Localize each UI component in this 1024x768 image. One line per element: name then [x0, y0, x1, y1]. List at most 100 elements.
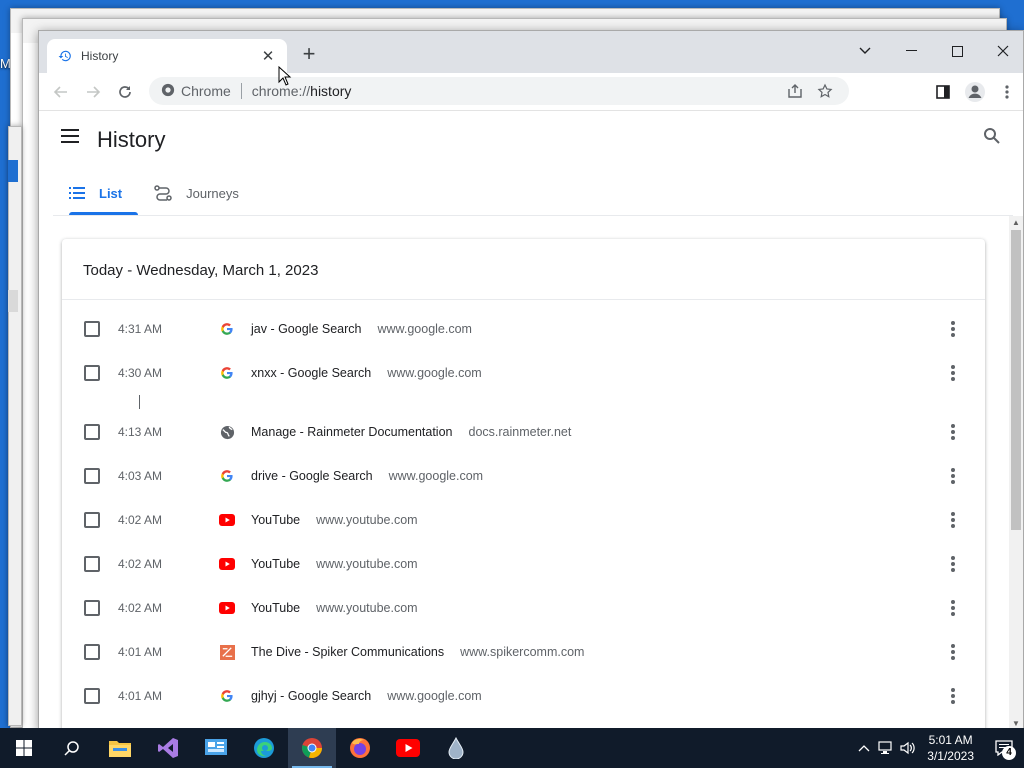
more-actions-icon[interactable] [945, 598, 961, 618]
row-checkbox[interactable] [84, 468, 100, 484]
row-checkbox[interactable] [84, 512, 100, 528]
chrome-menu-icon[interactable] [991, 76, 1023, 108]
taskbar-clock[interactable]: 5:01 AM 3/1/2023 [927, 732, 974, 764]
tab-strip: History ✕ + [39, 31, 1023, 73]
text-cursor [139, 395, 140, 409]
notification-badge: 4 [1002, 746, 1016, 760]
history-row: 4:01 AM gjhyj - Google Search www.google.c… [62, 674, 985, 718]
more-actions-icon[interactable] [945, 686, 961, 706]
close-tab-icon[interactable]: ✕ [259, 47, 277, 65]
history-card: Today - Wednesday, March 1, 2023 4:31 AM… [62, 239, 985, 729]
youtube-icon[interactable] [384, 728, 432, 768]
maximize-button[interactable] [937, 37, 977, 65]
profile-avatar-icon[interactable] [959, 76, 991, 108]
background-window-edge[interactable] [8, 126, 22, 726]
minimize-button[interactable] [891, 37, 931, 65]
bookmark-star-icon[interactable] [811, 81, 839, 101]
visit-time: 4:02 AM [118, 557, 163, 571]
more-actions-icon[interactable] [945, 319, 961, 339]
row-checkbox[interactable] [84, 321, 100, 337]
row-checkbox[interactable] [84, 600, 100, 616]
entry-title: The Dive - Spiker Communications [251, 645, 445, 659]
background-window-element [8, 160, 18, 182]
row-checkbox[interactable] [84, 424, 100, 440]
chrome-icon[interactable] [288, 728, 336, 768]
google-icon [219, 365, 235, 381]
chevron-up-icon[interactable] [853, 728, 875, 768]
history-entry-link[interactable]: YouTube www.youtube.com [251, 513, 418, 527]
history-entry-link[interactable]: Manage - Rainmeter Documentation docs.rai… [251, 425, 571, 439]
close-window-button[interactable] [983, 37, 1023, 65]
tab-history[interactable]: History ✕ [47, 39, 287, 73]
edge-icon[interactable] [240, 728, 288, 768]
visit-time: 4:13 AM [118, 425, 163, 439]
forward-arrow-icon[interactable] [77, 76, 109, 108]
row-checkbox[interactable] [84, 556, 100, 572]
more-actions-icon[interactable] [945, 554, 961, 574]
history-entry-link[interactable]: jav - Google Search www.google.com [251, 322, 472, 336]
site-label: Chrome [181, 83, 231, 99]
tab-list-label: List [99, 185, 123, 201]
row-checkbox[interactable] [84, 365, 100, 381]
tab-journeys[interactable]: Journeys [138, 171, 255, 215]
entry-title: drive - Google Search [251, 469, 373, 483]
row-checkbox[interactable] [84, 688, 100, 704]
more-actions-icon[interactable] [945, 642, 961, 662]
row-checkbox[interactable] [84, 644, 100, 660]
entry-title: YouTube [251, 557, 301, 571]
history-entry-link[interactable]: The Dive - Spiker Communications www.spik… [251, 645, 584, 659]
entry-domain: www.spikercomm.com [460, 645, 585, 659]
tab-search-chevron-icon[interactable] [845, 37, 885, 65]
more-actions-icon[interactable] [945, 363, 961, 383]
history-row: 4:02 AM YouTube www.youtube.com [62, 586, 985, 630]
reload-icon[interactable] [109, 76, 141, 108]
windows-start-icon[interactable] [0, 728, 48, 768]
new-tab-button[interactable]: + [297, 43, 321, 67]
history-entry-link[interactable]: gjhyj - Google Search www.google.com [251, 689, 482, 703]
url-path: history [310, 83, 352, 99]
youtube-icon [219, 512, 235, 528]
history-tabs: List Journeys [53, 171, 255, 215]
back-arrow-icon[interactable] [45, 76, 77, 108]
history-row: 4:02 AM YouTube www.youtube.com [62, 542, 985, 586]
history-row: 4:02 AM YouTube www.youtube.com [62, 498, 985, 542]
hamburger-menu-icon[interactable] [61, 129, 81, 149]
share-icon[interactable] [781, 81, 809, 101]
history-entry-link[interactable]: xnxx - Google Search www.google.com [251, 366, 482, 380]
volume-icon[interactable] [897, 728, 919, 768]
mouse-cursor-icon [278, 66, 292, 86]
vertical-scrollbar[interactable]: ▲ ▼ [1009, 216, 1023, 729]
search-icon[interactable] [983, 127, 1007, 151]
history-row: 4:13 AM Manage - Rainmeter Documentation d… [62, 410, 985, 454]
history-entry-link[interactable]: drive - Google Search www.google.com [251, 469, 483, 483]
side-panel-icon[interactable] [927, 76, 959, 108]
list-icon [69, 187, 85, 199]
tab-list[interactable]: List [53, 171, 139, 215]
control-panel-icon[interactable] [192, 728, 240, 768]
entry-domain: www.google.com [377, 322, 472, 336]
section-title: Today - Wednesday, March 1, 2023 [83, 262, 319, 279]
network-icon[interactable] [875, 728, 897, 768]
scroll-thumb[interactable] [1011, 230, 1021, 530]
visit-time: 4:02 AM [118, 601, 163, 615]
clock-date: 3/1/2023 [927, 749, 974, 763]
rainmeter-icon[interactable] [432, 728, 480, 768]
more-actions-icon[interactable] [945, 422, 961, 442]
history-entry-link[interactable]: YouTube www.youtube.com [251, 557, 418, 571]
search-icon[interactable] [48, 728, 96, 768]
scroll-up-arrow-icon[interactable]: ▲ [1009, 216, 1023, 230]
entry-domain: www.google.com [387, 689, 482, 703]
firefox-icon[interactable] [336, 728, 384, 768]
entry-domain: www.google.com [387, 366, 482, 380]
more-actions-icon[interactable] [945, 466, 961, 486]
visit-time: 4:30 AM [118, 366, 163, 380]
more-actions-icon[interactable] [945, 510, 961, 530]
address-bar[interactable]: Chrome chrome://history [149, 77, 849, 105]
journeys-icon [154, 185, 172, 201]
entry-title: jav - Google Search [251, 322, 362, 336]
file-explorer-icon[interactable] [96, 728, 144, 768]
action-center-icon[interactable]: 4 [984, 728, 1024, 768]
visual-studio-icon[interactable] [144, 728, 192, 768]
globe-icon [219, 424, 235, 440]
history-entry-link[interactable]: YouTube www.youtube.com [251, 601, 418, 615]
